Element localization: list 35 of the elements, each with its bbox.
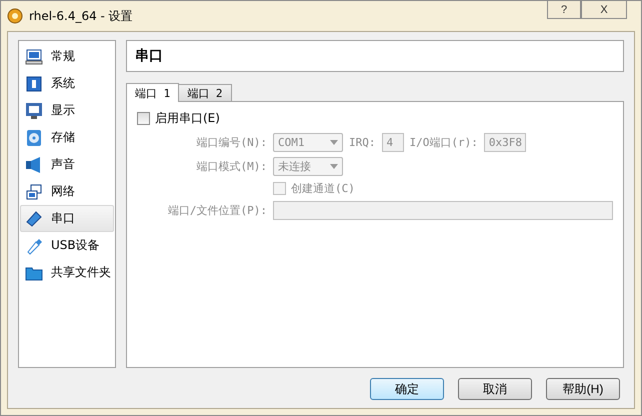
connector-icon xyxy=(25,210,43,228)
dialog-button[interactable]: 帮助(H) xyxy=(546,378,620,400)
field-label: 端口/文件位置(P): xyxy=(166,203,267,218)
dialog-button[interactable]: 取消 xyxy=(458,378,532,400)
chip-icon xyxy=(25,74,43,92)
monitor-icon xyxy=(25,48,43,66)
plug-icon xyxy=(25,236,43,254)
checkbox-label: 启用串口(E) xyxy=(155,110,220,127)
field-label: 端口模式(M): xyxy=(196,159,267,174)
page-title: 串口 xyxy=(135,47,163,65)
sidebar-item[interactable]: 显示 xyxy=(20,97,114,124)
field-label: 端口编号(N): xyxy=(196,135,267,150)
tab[interactable]: 端口 1 xyxy=(126,83,180,102)
dropdown-arrow-icon xyxy=(330,164,338,169)
dialog-button[interactable]: 确定 xyxy=(370,378,444,400)
sidebar-item[interactable]: 声音 xyxy=(20,151,114,178)
network-icon xyxy=(25,182,43,200)
close-button[interactable]: X xyxy=(581,1,627,19)
sidebar-item[interactable]: 系统 xyxy=(20,70,114,97)
monitor-icon xyxy=(25,102,43,120)
dropdown-arrow-icon xyxy=(330,140,338,145)
speaker-icon xyxy=(25,156,43,174)
field-label: IRQ: xyxy=(349,136,376,149)
sidebar-item[interactable]: 串口 xyxy=(20,205,114,232)
checkbox-label: 创建通道(C) xyxy=(291,181,355,196)
sidebar-item[interactable]: 存储 xyxy=(20,124,114,151)
window-title: rhel-6.4_64 - 设置 xyxy=(29,8,133,24)
sidebar-item[interactable]: 共享文件夹 xyxy=(20,259,114,286)
sidebar-item[interactable]: USB设备 xyxy=(20,232,114,259)
help-button[interactable]: ? xyxy=(547,1,581,19)
sidebar-item[interactable]: 网络 xyxy=(20,178,114,205)
checkbox[interactable] xyxy=(137,112,150,125)
tab[interactable]: 端口 2 xyxy=(178,84,232,101)
field-label: I/O端口(r): xyxy=(410,135,478,150)
sidebar-item[interactable]: 常规 xyxy=(20,43,114,70)
